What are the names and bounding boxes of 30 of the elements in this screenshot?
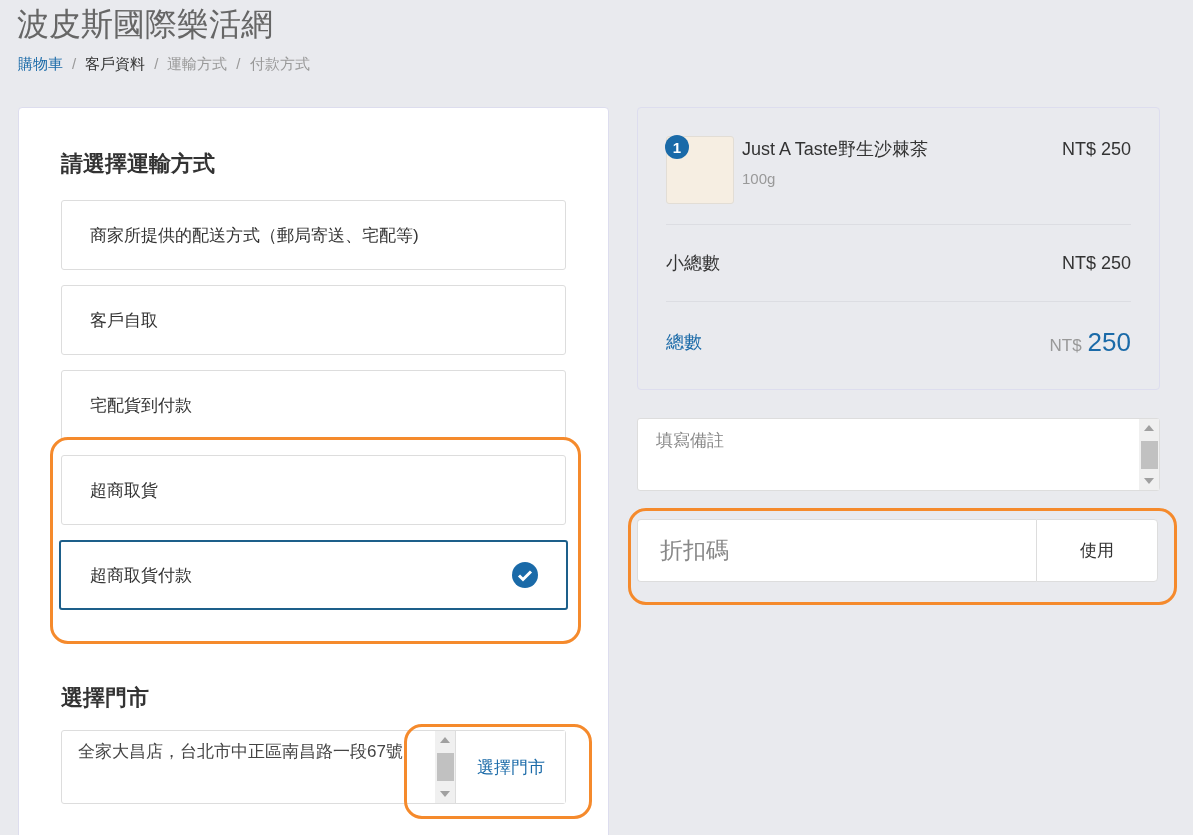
total-amount: 250 [1087,326,1131,357]
total-currency: NT$ [1049,335,1082,355]
product-price: NT$ 250 [1061,138,1131,161]
shipping-option[interactable]: 商家所提供的配送方式（郵局寄送、宅配等) [61,200,566,270]
subtotal-label: 小總數 [666,252,720,275]
site-title: 波皮斯國際樂活網 [16,5,274,44]
apply-button[interactable]: 使用 [1036,519,1158,582]
product-photo-placeholder [666,136,734,204]
subtotal-value: NT$ 250 [1061,252,1131,274]
total-label: 總數 [666,331,702,354]
breadcrumb-separator: / [154,54,159,74]
shipping-option[interactable]: 宅配貨到付款 [61,370,566,440]
section-heading: 請選擇運輸方式 [61,150,216,178]
breadcrumb-link[interactable]: 購物車 [18,54,63,74]
product-variant: 100g [742,170,777,187]
scrollbar[interactable] [1139,419,1159,490]
check-circle-icon [512,562,538,588]
breadcrumb-separator: / [236,54,241,74]
shipping-option[interactable]: 超商取貨付款 [59,540,568,610]
product-name: Just A Taste野生沙棘茶 [742,138,929,161]
shipping-option[interactable]: 客戶自取 [61,285,566,355]
quantity-badge: 1 [665,135,689,159]
note-field[interactable]: 填寫備註 [637,418,1160,491]
upcoming-step-label: 運輸方式 [167,54,228,74]
section-heading: 選擇門市 [61,684,150,712]
breadcrumb-separator: / [72,54,77,74]
shipping-option[interactable]: 超商取貨 [61,455,566,525]
upcoming-step-label: 付款方式 [249,54,310,74]
discount-code-field[interactable]: 折扣碼 [637,519,1036,582]
current-step-label: 客戶資料 [85,54,146,74]
